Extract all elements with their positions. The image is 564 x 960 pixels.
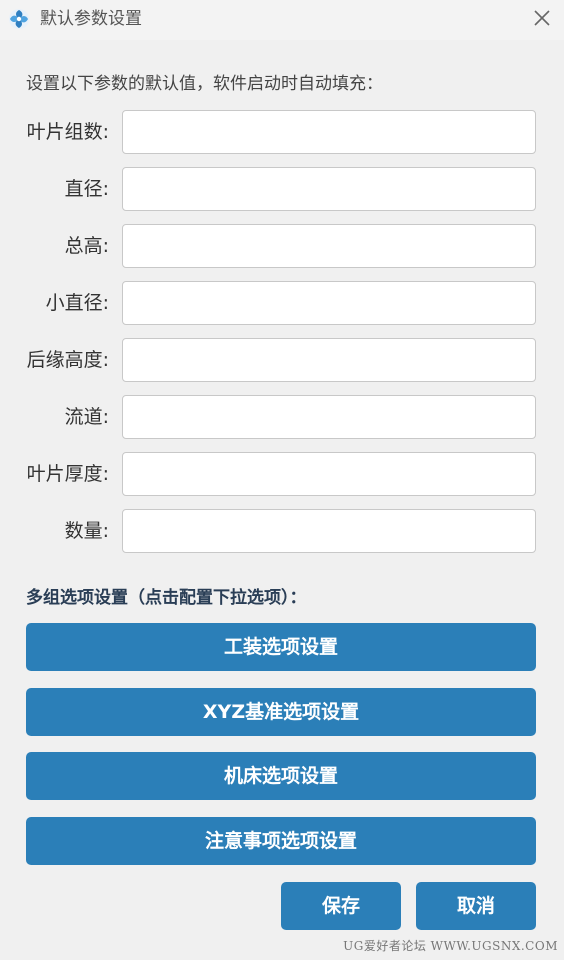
close-icon	[534, 10, 550, 26]
field-label-small-diameter: 小直径:	[45, 292, 109, 314]
field-label-total-height: 总高:	[64, 235, 109, 257]
blade-groups-input[interactable]	[122, 110, 536, 154]
small-diameter-input[interactable]	[122, 281, 536, 325]
xyz-datum-options-button[interactable]: XYZ基准选项设置	[26, 688, 536, 736]
intro-text: 设置以下参数的默认值，软件启动时自动填充：	[26, 74, 383, 94]
machine-options-button[interactable]: 机床选项设置	[26, 752, 536, 800]
notes-options-button[interactable]: 注意事项选项设置	[26, 817, 536, 865]
save-button[interactable]: 保存	[281, 882, 401, 930]
field-label-trailing-edge-height: 后缘高度:	[26, 349, 109, 371]
fixture-options-button[interactable]: 工装选项设置	[26, 623, 536, 671]
cancel-button[interactable]: 取消	[416, 882, 536, 930]
watermark-text: UG爱好者论坛 WWW.UGSNX.COM	[343, 939, 558, 953]
blade-thickness-input[interactable]	[122, 452, 536, 496]
field-label-blade-groups: 叶片组数:	[26, 121, 109, 143]
default-params-dialog: 默认参数设置 设置以下参数的默认值，软件启动时自动填充： 叶片组数: 直径: 总…	[0, 0, 564, 960]
app-logo-icon	[8, 8, 30, 30]
trailing-edge-height-input[interactable]	[122, 338, 536, 382]
window-title: 默认参数设置	[40, 9, 142, 29]
field-label-quantity: 数量:	[64, 520, 109, 542]
field-label-flow-channel: 流道:	[64, 406, 109, 428]
field-label-diameter: 直径:	[64, 178, 109, 200]
total-height-input[interactable]	[122, 224, 536, 268]
field-label-blade-thickness: 叶片厚度:	[26, 463, 109, 485]
title-bar: 默认参数设置	[0, 0, 564, 40]
quantity-input[interactable]	[122, 509, 536, 553]
close-button[interactable]	[526, 4, 558, 34]
flow-channel-input[interactable]	[122, 395, 536, 439]
options-section-title: 多组选项设置（点击配置下拉选项）：	[26, 588, 307, 608]
diameter-input[interactable]	[122, 167, 536, 211]
